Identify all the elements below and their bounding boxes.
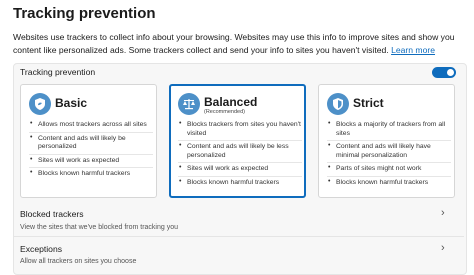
card-title: Strict bbox=[353, 96, 384, 110]
list-item: Content and ads will likely be less pers… bbox=[178, 140, 302, 162]
shield-basic-icon bbox=[29, 93, 51, 115]
card-strict[interactable]: Strict Blocks a majority of trackers fro… bbox=[318, 84, 455, 198]
list-item: Sites will work as expected bbox=[178, 162, 302, 176]
card-features: Blocks a majority of trackers from all s… bbox=[327, 119, 451, 190]
blocked-trackers-title[interactable]: Blocked trackers bbox=[20, 209, 84, 219]
section-label: Tracking prevention bbox=[20, 67, 96, 77]
list-item: Allows most trackers across all sites bbox=[29, 119, 153, 132]
tracking-prevention-toggle[interactable] bbox=[432, 67, 456, 78]
exceptions-title[interactable]: Exceptions bbox=[20, 244, 62, 254]
card-balanced[interactable]: Balanced (Recommended) Blocks trackers f… bbox=[169, 84, 306, 198]
page-title: Tracking prevention bbox=[13, 5, 156, 22]
scale-icon bbox=[178, 93, 200, 115]
chevron-right-icon[interactable]: › bbox=[441, 207, 445, 219]
list-item: Blocks a majority of trackers from all s… bbox=[327, 119, 451, 140]
card-features: Blocks trackers from sites you haven't v… bbox=[178, 119, 302, 190]
list-item: Blocks known harmful trackers bbox=[29, 167, 153, 181]
chevron-right-icon[interactable]: › bbox=[441, 242, 445, 254]
list-item: Parts of sites might not work bbox=[327, 162, 451, 176]
card-features: Allows most trackers across all sites Co… bbox=[29, 119, 153, 181]
list-item: Sites will work as expected bbox=[29, 153, 153, 168]
card-title: Balanced bbox=[204, 95, 258, 109]
list-item: Content and ads will likely have minimal… bbox=[327, 140, 451, 162]
recommended-label: (Recommended) bbox=[204, 109, 245, 115]
blocked-trackers-sub: View the sites that we've blocked from t… bbox=[20, 224, 179, 231]
intro-text: Websites use trackers to collect info ab… bbox=[13, 31, 471, 56]
list-item: Blocks known harmful trackers bbox=[178, 175, 302, 190]
shield-strict-icon bbox=[327, 93, 349, 115]
toggle-knob bbox=[447, 69, 454, 76]
exceptions-sub: Allow all trackers on sites you choose bbox=[20, 258, 137, 265]
list-item: Blocks trackers from sites you haven't v… bbox=[178, 119, 302, 140]
card-title: Basic bbox=[55, 96, 88, 110]
list-item: Content and ads will likely be personali… bbox=[29, 131, 153, 154]
intro-body: Websites use trackers to collect info ab… bbox=[13, 32, 455, 55]
learn-more-link[interactable]: Learn more bbox=[391, 45, 435, 55]
card-basic[interactable]: Basic Allows most trackers across all si… bbox=[20, 84, 157, 198]
list-item: Blocks known harmful trackers bbox=[327, 175, 451, 190]
divider bbox=[14, 236, 464, 237]
